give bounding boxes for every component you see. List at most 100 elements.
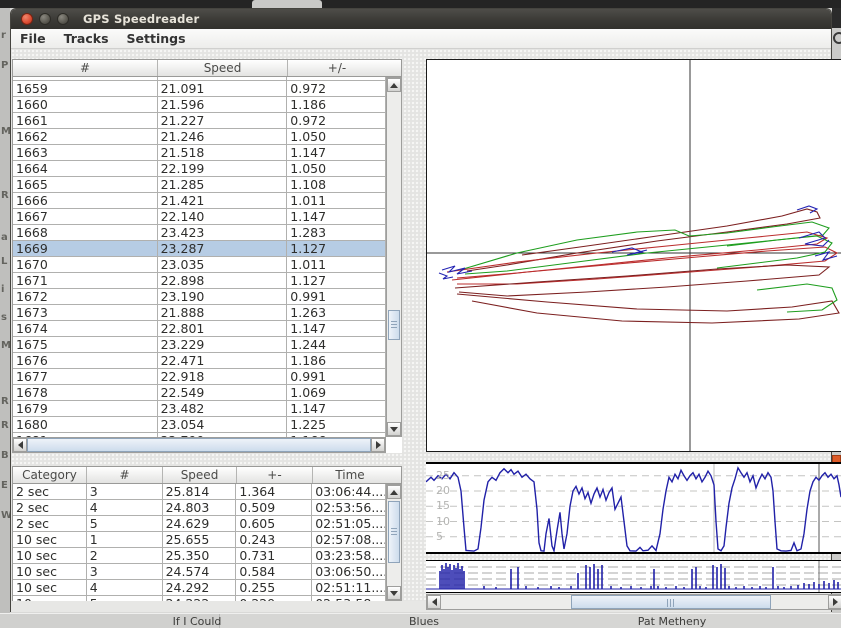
scroll-right-button[interactable] <box>371 438 385 452</box>
table-row[interactable]: 165921.0910.972 <box>13 81 386 97</box>
overview-graph-panel[interactable] <box>426 560 841 593</box>
table-row[interactable]: 167622.4711.186 <box>13 353 386 369</box>
table-cell: 21.091 <box>158 81 288 97</box>
overview-canvas[interactable] <box>426 561 841 592</box>
table-cell: 1664 <box>13 161 158 177</box>
table-cell: 24.574 <box>163 564 237 580</box>
track-plot-canvas[interactable] <box>427 60 841 451</box>
scroll-track[interactable] <box>27 438 371 452</box>
speed-table-header[interactable]: # Speed +/- <box>12 59 402 77</box>
gps-track <box>757 284 837 312</box>
menu-tracks[interactable]: Tracks <box>55 29 118 49</box>
table-row[interactable]: 166722.1401.147 <box>13 209 386 225</box>
background-letter: s <box>1 312 7 323</box>
minimize-button[interactable] <box>39 13 51 25</box>
scroll-up-button[interactable] <box>387 485 401 499</box>
table-row[interactable]: 2 sec424.8030.50902:53:56.... <box>13 500 386 516</box>
table-cell: 10 sec <box>13 596 87 601</box>
table-row[interactable]: 166121.2270.972 <box>13 113 386 129</box>
table-row[interactable]: 166221.2461.050 <box>13 129 386 145</box>
scroll-thumb[interactable] <box>27 438 371 452</box>
table-row[interactable]: 165821.2130.933 <box>13 77 386 81</box>
table-cell: 1.127 <box>287 273 386 289</box>
background-top-strip <box>0 0 841 8</box>
table-row[interactable]: 166621.4211.011 <box>13 193 386 209</box>
scroll-thumb[interactable] <box>571 595 771 609</box>
table-cell: 23.423 <box>158 225 288 241</box>
speed-graph-panel[interactable]: 252015105 <box>426 462 841 554</box>
gps-speedreader-window: GPS Speedreader File Tracks Settings # S… <box>10 8 832 612</box>
table-row[interactable]: 167422.8011.147 <box>13 321 386 337</box>
col-header-plusminus[interactable]: +/- <box>288 60 386 76</box>
table-row[interactable]: 167023.0351.011 <box>13 257 386 273</box>
table-row[interactable]: 167923.4821.147 <box>13 401 386 417</box>
menu-bar: File Tracks Settings <box>11 29 831 49</box>
table-row[interactable]: 167523.2291.244 <box>13 337 386 353</box>
table-row[interactable]: 10 sec524.2220.22902:53:58.... <box>13 596 386 601</box>
table-cell: 24.292 <box>163 580 237 596</box>
table-row[interactable]: 166823.4231.283 <box>13 225 386 241</box>
speed-table-hscrollbar[interactable] <box>12 437 386 453</box>
table-cell: 23.035 <box>158 257 288 273</box>
menu-settings[interactable]: Settings <box>118 29 195 49</box>
col-header-num[interactable]: # <box>87 467 163 483</box>
table-row[interactable]: 167822.5491.069 <box>13 385 386 401</box>
table-row[interactable]: 10 sec125.6550.24302:57:08.... <box>13 532 386 548</box>
table-row[interactable]: 167321.8881.263 <box>13 305 386 321</box>
scroll-left-button[interactable] <box>13 438 27 452</box>
table-cell: 1677 <box>13 369 158 385</box>
table-row[interactable]: 168023.0541.225 <box>13 417 386 433</box>
table-cell: 21.285 <box>158 177 288 193</box>
col-header-num[interactable]: # <box>13 60 158 76</box>
maximize-button[interactable] <box>57 13 69 25</box>
table-row[interactable]: 166321.5181.147 <box>13 145 386 161</box>
table-row[interactable]: 166521.2851.108 <box>13 177 386 193</box>
table-row[interactable]: 10 sec324.5740.58403:06:50.... <box>13 564 386 580</box>
background-letter: R <box>1 396 9 407</box>
table-cell: 1.050 <box>287 129 386 145</box>
table-row[interactable]: 167223.1900.991 <box>13 289 386 305</box>
scroll-right-button[interactable] <box>828 595 841 609</box>
table-cell: 21.596 <box>158 97 288 113</box>
table-cell: 25.350 <box>163 548 237 564</box>
speed-graph-canvas[interactable] <box>426 464 841 552</box>
scroll-down-button[interactable] <box>387 422 401 436</box>
col-header-time[interactable]: Time <box>313 467 387 483</box>
table-cell: 21.213 <box>158 77 288 81</box>
table-row[interactable]: 167722.9180.991 <box>13 369 386 385</box>
table-row[interactable]: 166422.1991.050 <box>13 161 386 177</box>
records-table-vscrollbar[interactable] <box>386 484 402 601</box>
table-row[interactable]: 2 sec524.6290.60502:51:05.... <box>13 516 386 532</box>
table-row-selected[interactable]: 166923.2871.127 <box>13 241 386 257</box>
table-row[interactable]: 10 sec424.2920.25502:51:11.... <box>13 580 386 596</box>
col-header-plusminus[interactable]: +- <box>237 467 313 483</box>
table-row[interactable]: 10 sec225.3500.73103:23:58.... <box>13 548 386 564</box>
table-cell: 1 <box>87 532 163 548</box>
gps-track <box>457 294 839 323</box>
menu-file[interactable]: File <box>11 29 55 49</box>
table-cell: 1660 <box>13 97 158 113</box>
col-header-category[interactable]: Category <box>13 467 87 483</box>
graph-hscrollbar[interactable] <box>426 594 841 610</box>
table-row[interactable]: 166021.5961.186 <box>13 97 386 113</box>
scroll-down-button[interactable] <box>387 586 401 600</box>
scroll-thumb[interactable] <box>388 310 400 340</box>
col-header-speed[interactable]: Speed <box>158 60 288 76</box>
table-cell: 0.991 <box>287 369 386 385</box>
table-row[interactable]: 2 sec325.8141.36403:06:44.... <box>13 484 386 500</box>
track-plot-panel[interactable] <box>426 59 841 452</box>
title-bar[interactable]: GPS Speedreader <box>11 9 831 29</box>
scroll-track[interactable] <box>441 595 828 609</box>
close-button[interactable] <box>21 13 33 25</box>
table-cell: 2 sec <box>13 500 87 516</box>
background-letter: a <box>1 232 8 243</box>
table-cell: 1.283 <box>287 225 386 241</box>
speed-table-vscrollbar[interactable] <box>386 77 402 437</box>
table-row[interactable]: 167122.8981.127 <box>13 273 386 289</box>
scroll-up-button[interactable] <box>387 78 401 92</box>
table-cell: 24.629 <box>163 516 237 532</box>
scroll-thumb[interactable] <box>388 501 400 563</box>
col-header-speed[interactable]: Speed <box>163 467 237 483</box>
records-table-header[interactable]: Category # Speed +- Time <box>12 466 402 484</box>
scroll-left-button[interactable] <box>427 595 441 609</box>
